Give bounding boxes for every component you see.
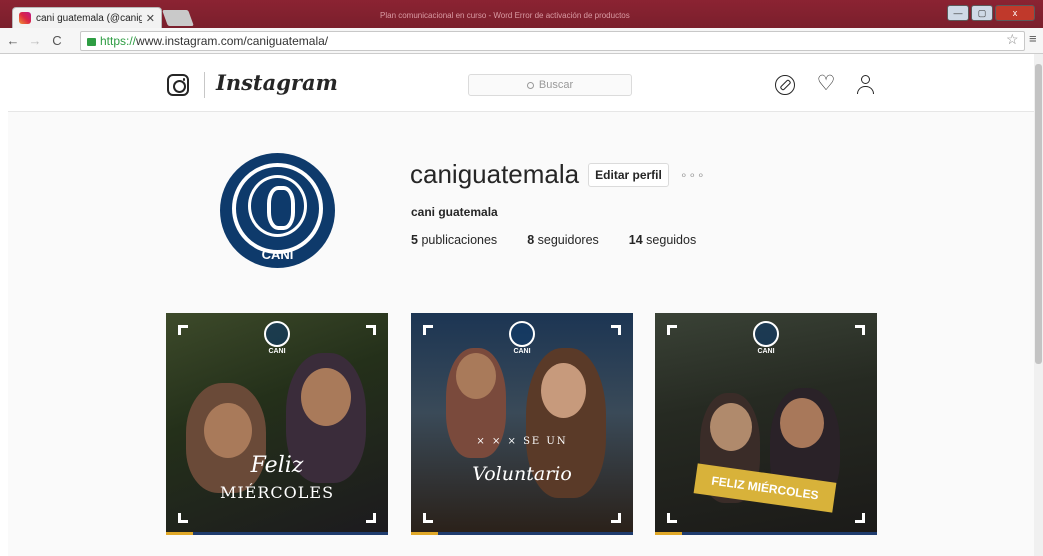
person-head-shape (861, 75, 870, 84)
search-input[interactable]: Buscar (468, 74, 632, 96)
back-button[interactable]: ← (4, 33, 22, 48)
profile-username: caniguatemala (410, 159, 580, 189)
avatar-label: CANI (261, 247, 294, 262)
instagram-wordmark[interactable]: Instagram (216, 70, 338, 95)
instagram-header: Instagram Buscar ♡ (8, 54, 1034, 112)
photo-face-shape (301, 368, 351, 426)
frame-corner (611, 513, 621, 523)
cani-emblem-icon (248, 175, 307, 237)
frame-corner (366, 325, 376, 335)
more-options-icon[interactable]: ∘∘∘ (680, 168, 706, 182)
post-thumbnail-1[interactable]: CANI Feliz MIÉRCOLES (166, 313, 388, 535)
post-accent-bar (411, 532, 633, 535)
tab-close-icon[interactable]: ✕ (146, 12, 155, 25)
search-placeholder: Buscar (538, 79, 574, 91)
browser-toolbar: ← → C https:// www.instagram.com/canigua… (0, 28, 1043, 54)
photo-face-shape (204, 403, 252, 458)
stat-followers-label: seguidores (537, 233, 599, 247)
instagram-favicon-icon (19, 12, 31, 24)
reload-button[interactable]: C (48, 33, 66, 48)
activity-heart-icon[interactable]: ♡ (816, 73, 836, 95)
stat-posts: 5 publicaciones (411, 233, 497, 247)
photo-face-shape (456, 353, 496, 399)
search-icon (526, 81, 534, 89)
frame-corner (423, 325, 433, 335)
frame-corner (366, 513, 376, 523)
tab-title: cani guatemala (@canigu (36, 12, 142, 24)
explore-compass-icon[interactable] (775, 75, 795, 95)
post-caption-line1: Feliz (250, 453, 304, 478)
background-window-title: Plan comunicacional en curso - Word Erro… (380, 11, 630, 20)
stat-followers[interactable]: 8 seguidores (527, 233, 599, 247)
page-scrollbar[interactable] (1034, 54, 1043, 556)
forward-button[interactable]: → (26, 33, 44, 48)
lock-icon (87, 38, 96, 46)
profile-avatar[interactable]: CANI (220, 153, 335, 268)
window-titlebar: cani guatemala (@canigu ✕ Plan comunicac… (0, 0, 1043, 28)
person-body-shape (857, 86, 874, 94)
scrollbar-thumb[interactable] (1035, 64, 1042, 364)
frame-corner (178, 513, 188, 523)
frame-corner (611, 325, 621, 335)
profile-page: CANI caniguatemala Editar perfil ∘∘∘ can… (8, 112, 1034, 556)
profile-stats: 5 publicaciones 8 seguidores 14 seguidos (411, 233, 726, 247)
cani-badge-icon (264, 321, 290, 347)
post-caption-small: × × × SE UN (476, 436, 568, 447)
url-path: www.instagram.com/caniguatemala/ (136, 34, 329, 48)
browser-menu-icon[interactable]: ≡ (1029, 31, 1037, 46)
edit-profile-button[interactable]: Editar perfil (588, 163, 669, 187)
instagram-camera-icon[interactable] (167, 74, 189, 96)
post-thumbnail-2[interactable]: CANI × × × SE UN Voluntario (411, 313, 633, 535)
cani-badge-icon (509, 321, 535, 347)
stat-posts-label: publicaciones (421, 233, 498, 247)
photo-face-shape (541, 363, 586, 418)
minimize-button[interactable]: — (947, 5, 969, 21)
photo-face-shape (780, 398, 824, 448)
post-caption-line1: Voluntario (472, 463, 572, 485)
profile-person-icon[interactable] (856, 75, 876, 95)
frame-corner (178, 325, 188, 335)
address-bar[interactable]: https:// www.instagram.com/caniguatemala… (80, 31, 1025, 51)
frame-corner (423, 513, 433, 523)
tab-instagram[interactable]: cani guatemala (@canigu ✕ (12, 7, 162, 28)
new-tab-button[interactable] (162, 10, 194, 26)
frame-corner (855, 513, 865, 523)
frame-corner (667, 513, 677, 523)
post-accent-bar (655, 532, 877, 535)
header-divider (204, 72, 205, 98)
bookmark-star-icon[interactable]: ☆ (1006, 31, 1019, 48)
post-thumbnail-3[interactable]: CANI FELIZ MIÉRCOLES (655, 313, 877, 535)
badge-label: CANI (513, 348, 531, 355)
frame-corner (855, 325, 865, 335)
stat-following[interactable]: 14 seguidos (629, 233, 696, 247)
profile-full-name: cani guatemala (411, 205, 498, 219)
stat-following-count: 14 (628, 233, 643, 247)
stat-followers-count: 8 (527, 233, 535, 247)
frame-corner (667, 325, 677, 335)
window-controls: — ▢ x (947, 5, 1035, 21)
photo-face-shape (710, 403, 752, 451)
maximize-button[interactable]: ▢ (971, 5, 993, 21)
badge-label: CANI (268, 348, 286, 355)
url-scheme: https:// (100, 34, 137, 48)
stat-posts-count: 5 (411, 233, 418, 247)
cani-badge-icon (753, 321, 779, 347)
post-caption-line2: MIÉRCOLES (219, 483, 335, 502)
close-window-button[interactable]: x (995, 5, 1035, 21)
badge-label: CANI (757, 348, 775, 355)
stat-following-label: seguidos (646, 233, 697, 247)
post-accent-bar (166, 532, 388, 535)
